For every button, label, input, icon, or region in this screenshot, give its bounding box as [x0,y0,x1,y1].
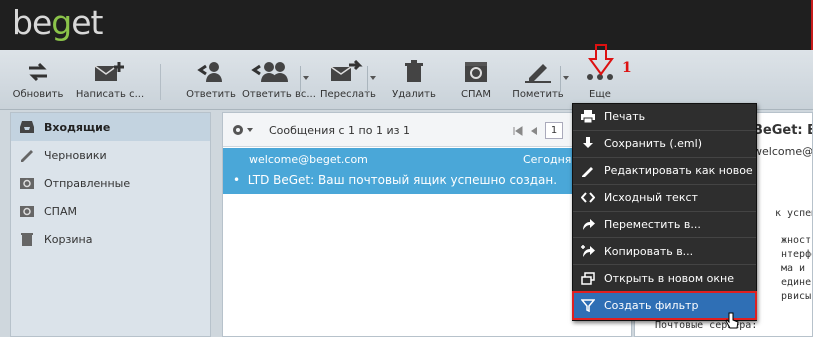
menu-item-edit-as-new[interactable]: Редактировать как новое [573,158,756,185]
message-list-header: Сообщения с 1 по 1 из 1 1 [223,113,631,147]
forward-dropdown[interactable] [367,66,376,92]
more-menu: Печать Сохранить (.eml) Редактировать ка… [572,103,757,321]
forward-button[interactable]: Переслать [320,60,376,100]
reply-icon [197,62,222,82]
preview-line: единение [781,277,812,288]
menu-item-move[interactable]: Переместить в... [573,212,756,239]
preview-line: к успешно [775,208,812,219]
sent-icon [20,178,34,189]
preview-line: Почтовые сервера: [655,320,758,331]
hand-cursor-icon [725,312,739,329]
message-row[interactable]: welcome@beget.com Сегодня • LTD BeGet: В… [223,148,631,194]
folder-label: Входящие [44,120,111,134]
folder-spam[interactable]: СПАМ [11,197,210,225]
first-page-icon[interactable] [513,125,523,136]
message-from: welcome@beget.com [249,153,368,166]
preview-line: нтерфейс, [781,249,812,260]
print-icon [581,110,595,124]
inbox-icon [20,121,34,133]
folder-sent[interactable]: Отправленные [11,169,210,197]
pencil-icon [21,150,33,162]
message-list: Сообщения с 1 по 1 из 1 1 welcome@beget.… [222,112,632,337]
copy-icon [581,244,595,257]
menu-item-source[interactable]: Исходный текст [573,185,756,212]
message-subject: • LTD BeGet: Ваш почтовый ящик успешно с… [233,173,558,187]
folder-trash[interactable]: Корзина [11,225,210,253]
message-date: Сегодня [523,153,572,166]
preview-line: рвисы для [781,291,812,302]
compose-icon [94,62,124,81]
move-icon [583,219,595,230]
annotation-step-1: 1 [622,60,632,76]
folder-drafts[interactable]: Черновики [11,141,210,169]
forward-icon [330,60,363,81]
folder-label: Черновики [44,148,107,162]
code-icon [581,192,595,203]
folder-label: СПАМ [44,204,77,218]
delete-button[interactable]: Удалить [392,60,436,100]
trash-icon [405,60,423,82]
menu-item-copy[interactable]: Копировать в... [573,238,756,266]
refresh-button[interactable]: Обновить [12,60,64,100]
edit-icon [582,167,593,178]
top-bar: beget [0,0,813,50]
page-number-input[interactable]: 1 [545,122,563,139]
download-icon [583,137,593,149]
filter-icon [581,298,595,312]
folder-label: Отправленные [44,176,131,190]
reply-all-dropdown[interactable] [300,66,309,92]
menu-item-save-eml[interactable]: Сохранить (.eml) [573,131,756,158]
prev-page-icon[interactable] [529,126,539,136]
folder-inbox[interactable]: Входящие [11,113,210,141]
folder-sidebar: Входящие Черновики Отправленные СПАМ Кор… [10,112,211,337]
mail-toolbar: Обновить Написать с... Ответить Ответить… [0,50,813,110]
menu-item-print[interactable]: Печать [573,104,756,131]
refresh-icon [29,62,47,82]
trash-icon [21,233,33,246]
preview-from: welcome@beget.com [753,145,813,158]
message-count: Сообщения с 1 по 1 из 1 [269,124,410,137]
preview-subject: BeGet: Ваш [753,123,812,138]
menu-item-open-new-window[interactable]: Открыть в новом окне [573,265,756,293]
reply-all-icon [251,62,288,82]
folder-label: Корзина [44,232,93,246]
annotation-arrow-icon [588,44,614,76]
reply-all-button[interactable]: Ответить вс... [242,60,316,100]
gear-icon[interactable] [231,123,255,137]
reply-button[interactable]: Ответить [186,60,236,100]
toolbar-separator [160,64,161,100]
pagination: 1 [513,122,563,139]
preview-line: жности по [781,235,812,246]
spam-icon [465,62,487,82]
compose-button[interactable]: Написать с... [74,60,146,100]
spam-icon [20,206,34,217]
mark-icon [525,64,551,83]
spam-button[interactable]: СПАМ [456,60,496,100]
mark-dropdown[interactable] [560,66,569,92]
mark-button[interactable]: Пометить [512,60,564,100]
preview-line: ма и виру [781,263,812,274]
beget-logo[interactable]: beget [12,4,103,42]
new-window-icon [581,272,595,285]
